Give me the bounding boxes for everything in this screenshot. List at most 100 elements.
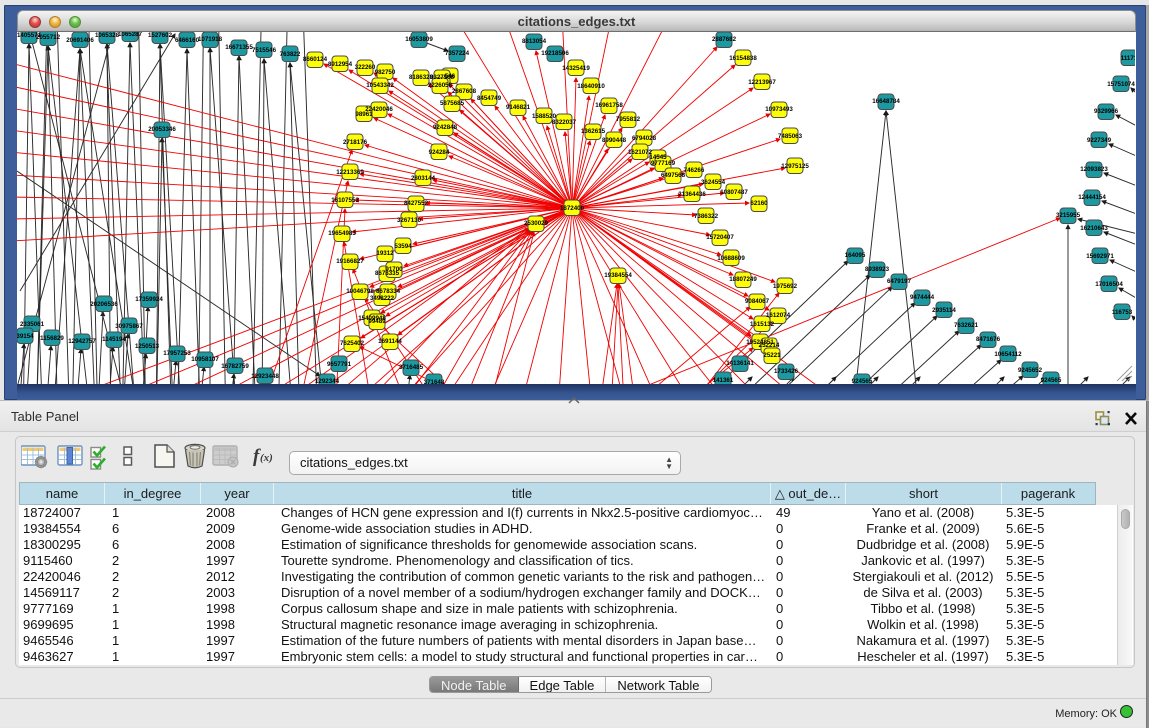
svg-text:16107553: 16107553 bbox=[331, 197, 359, 204]
svg-text:10807487: 10807487 bbox=[720, 189, 748, 196]
svg-text:14325419: 14325419 bbox=[562, 65, 590, 72]
svg-text:7485063: 7485063 bbox=[778, 133, 803, 140]
svg-text:20691406: 20691406 bbox=[66, 37, 94, 44]
svg-text:1527602: 1527602 bbox=[148, 32, 173, 39]
svg-text:39154: 39154 bbox=[17, 333, 34, 340]
svg-text:8186328: 8186328 bbox=[409, 74, 434, 81]
svg-text:8678334: 8678334 bbox=[376, 288, 401, 295]
svg-text:10958107: 10958107 bbox=[191, 356, 219, 363]
svg-text:10543342: 10543342 bbox=[366, 82, 394, 89]
svg-text:19218506: 19218506 bbox=[541, 50, 569, 57]
svg-text:(x): (x) bbox=[260, 452, 273, 464]
svg-text:19654983: 19654983 bbox=[328, 230, 356, 237]
svg-text:2887682: 2887682 bbox=[712, 36, 737, 43]
svg-text:91700: 91700 bbox=[385, 266, 403, 273]
svg-text:20053346: 20053346 bbox=[148, 126, 176, 133]
svg-text:9084067: 9084067 bbox=[745, 298, 770, 305]
svg-text:924565: 924565 bbox=[1041, 377, 1062, 384]
svg-text:12444154: 12444154 bbox=[1078, 194, 1106, 201]
svg-text:9146821: 9146821 bbox=[506, 104, 531, 111]
svg-text:322260: 322260 bbox=[355, 64, 376, 71]
svg-text:18807249: 18807249 bbox=[729, 276, 757, 283]
svg-text:1691144: 1691144 bbox=[378, 338, 402, 345]
svg-text:19384554: 19384554 bbox=[604, 272, 632, 279]
svg-text:1065287: 1065287 bbox=[118, 32, 143, 38]
svg-text:16961758: 16961758 bbox=[595, 102, 623, 109]
svg-text:7625402: 7625402 bbox=[340, 340, 365, 347]
svg-text:16154838: 16154838 bbox=[729, 55, 757, 62]
svg-text:62160: 62160 bbox=[750, 200, 768, 207]
svg-text:1612074: 1612074 bbox=[766, 312, 791, 319]
svg-text:8427552: 8427552 bbox=[404, 200, 429, 207]
svg-text:3624554: 3624554 bbox=[701, 179, 726, 186]
svg-text:6479197: 6479197 bbox=[887, 278, 912, 285]
svg-text:3498222: 3498222 bbox=[370, 295, 395, 302]
svg-text:1071918: 1071918 bbox=[198, 36, 223, 43]
svg-text:6794028: 6794028 bbox=[632, 135, 657, 142]
svg-text:14136141: 14136141 bbox=[726, 360, 754, 367]
svg-text:9242848: 9242848 bbox=[433, 124, 458, 131]
svg-text:12942757: 12942757 bbox=[68, 338, 96, 345]
svg-text:924284: 924284 bbox=[429, 149, 450, 156]
svg-text:252214: 252214 bbox=[759, 342, 780, 349]
svg-text:7357224: 7357224 bbox=[445, 50, 470, 57]
svg-text:1362615: 1362615 bbox=[581, 128, 606, 135]
svg-text:10973493: 10973493 bbox=[765, 106, 793, 113]
svg-text:141361: 141361 bbox=[713, 377, 734, 384]
svg-text:21364436: 21364436 bbox=[678, 191, 706, 198]
svg-text:9657791: 9657791 bbox=[327, 361, 352, 368]
svg-text:30975867: 30975867 bbox=[115, 323, 143, 330]
svg-text:9245652: 9245652 bbox=[1018, 367, 1043, 374]
svg-text:9777169: 9777169 bbox=[651, 160, 676, 167]
svg-text:116753: 116753 bbox=[1112, 309, 1133, 316]
svg-text:2530029: 2530029 bbox=[524, 220, 549, 227]
svg-text:2335061: 2335061 bbox=[20, 321, 45, 328]
svg-text:2867608: 2867608 bbox=[452, 88, 477, 95]
svg-text:8322037: 8322037 bbox=[552, 119, 577, 126]
svg-text:16671355: 16671355 bbox=[225, 44, 253, 51]
svg-text:2226058: 2226058 bbox=[428, 82, 453, 89]
svg-text:1588520: 1588520 bbox=[532, 113, 557, 120]
svg-text:9327508: 9327508 bbox=[430, 74, 455, 81]
svg-text:9329966: 9329966 bbox=[1094, 108, 1119, 115]
svg-text:3215955: 3215955 bbox=[1056, 212, 1081, 219]
svg-text:8938923: 8938923 bbox=[865, 266, 890, 273]
svg-text:3267130: 3267130 bbox=[397, 217, 422, 224]
svg-text:1975692: 1975692 bbox=[773, 283, 798, 290]
svg-text:17957253: 17957253 bbox=[163, 350, 191, 357]
svg-text:98961: 98961 bbox=[355, 111, 373, 118]
svg-text:99489: 99489 bbox=[368, 318, 386, 325]
svg-text:1872400: 1872400 bbox=[560, 205, 585, 212]
svg-text:16782759: 16782759 bbox=[221, 363, 249, 370]
svg-text:12213369: 12213369 bbox=[336, 169, 364, 176]
svg-text:1065328: 1065328 bbox=[95, 32, 120, 39]
svg-text:17359924: 17359924 bbox=[135, 296, 163, 303]
svg-text:1733426: 1733426 bbox=[774, 368, 799, 375]
svg-text:20206536: 20206536 bbox=[90, 301, 118, 308]
svg-text:7632621: 7632621 bbox=[954, 322, 979, 329]
svg-text:3716485: 3716485 bbox=[399, 364, 424, 371]
svg-text:7515546: 7515546 bbox=[252, 47, 277, 54]
svg-text:1250513: 1250513 bbox=[135, 343, 160, 350]
svg-text:19166827: 19166827 bbox=[336, 258, 364, 265]
svg-text:17016504: 17016504 bbox=[1095, 281, 1123, 288]
svg-text:10654112: 10654112 bbox=[994, 351, 1022, 358]
svg-text:746266: 746266 bbox=[684, 167, 705, 174]
svg-text:18640910: 18640910 bbox=[577, 83, 605, 90]
svg-text:2718176: 2718176 bbox=[343, 139, 368, 146]
svg-text:8813054: 8813054 bbox=[522, 38, 547, 45]
svg-text:7955812: 7955812 bbox=[616, 116, 641, 123]
svg-text:982750: 982750 bbox=[375, 69, 396, 76]
svg-text:10688609: 10688609 bbox=[717, 255, 745, 262]
svg-text:5875685: 5875685 bbox=[440, 100, 465, 107]
svg-text:2055712: 2055712 bbox=[36, 34, 61, 41]
svg-text:9474444: 9474444 bbox=[910, 294, 935, 301]
svg-text:12093823: 12093823 bbox=[1080, 166, 1108, 173]
svg-text:2935114: 2935114 bbox=[932, 307, 956, 314]
svg-text:8454749: 8454749 bbox=[477, 95, 502, 102]
svg-text:1156829: 1156829 bbox=[40, 335, 64, 342]
svg-text:8990448: 8990448 bbox=[602, 137, 627, 144]
svg-text:164095: 164095 bbox=[845, 252, 866, 259]
svg-text:8471676: 8471676 bbox=[976, 336, 1001, 343]
svg-text:16648784: 16648784 bbox=[872, 98, 900, 105]
